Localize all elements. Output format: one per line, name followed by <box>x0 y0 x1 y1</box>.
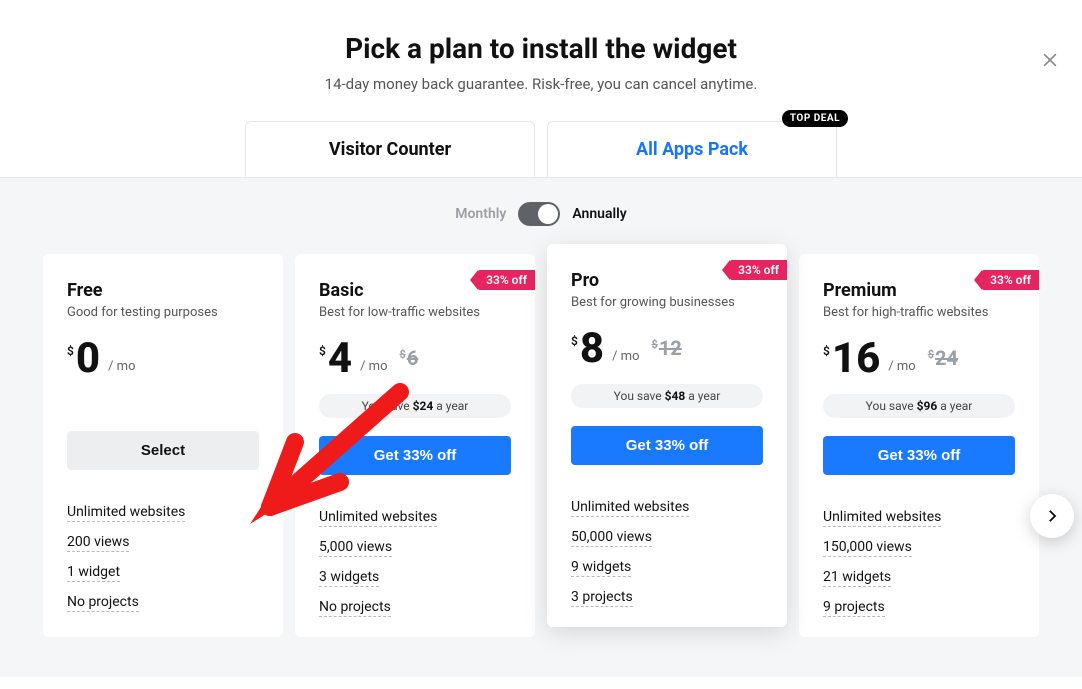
plan-desc: Good for testing purposes <box>67 305 259 320</box>
strike-price: $24 <box>928 346 958 370</box>
price: 8 <box>580 328 604 370</box>
feature-item: Unlimited websites <box>571 499 689 517</box>
feature-item: Unlimited websites <box>319 509 437 527</box>
feature-item: 50,000 views <box>571 529 652 547</box>
top-deal-badge: TOP DEAL <box>782 110 848 127</box>
price-row: $ 0 / mo <box>67 338 259 380</box>
page-subtitle: 14-day money back guarantee. Risk-free, … <box>0 75 1082 93</box>
plan-name: Free <box>67 280 259 301</box>
plan-pro: 33% off Pro Best for growing businesses … <box>547 244 787 627</box>
features: Unlimited websites 5,000 views 3 widgets… <box>319 509 511 617</box>
plans-row: Free Good for testing purposes $ 0 / mo … <box>0 254 1082 637</box>
select-button[interactable]: Select <box>67 431 259 470</box>
save-chip: You save $96 a year <box>823 394 1015 418</box>
feature-item: Unlimited websites <box>67 504 185 522</box>
get-offer-button[interactable]: Get 33% off <box>823 436 1015 475</box>
plan-free: Free Good for testing purposes $ 0 / mo … <box>43 254 283 637</box>
currency: $ <box>319 344 326 358</box>
price-row: $ 8 / mo $12 <box>571 328 763 370</box>
plan-basic: 33% off Basic Best for low-traffic websi… <box>295 254 535 637</box>
discount-ribbon: 33% off <box>730 260 787 280</box>
feature-item: 3 widgets <box>319 569 379 587</box>
chevron-right-icon <box>1043 507 1061 525</box>
feature-item: 5,000 views <box>319 539 392 557</box>
feature-item: 9 widgets <box>571 559 631 577</box>
close-button[interactable] <box>1040 50 1060 70</box>
plan-premium: 33% off Premium Best for high-traffic we… <box>799 254 1039 637</box>
per-period: / mo <box>612 349 639 364</box>
billing-toggle: Monthly Annually <box>0 202 1082 226</box>
feature-item: 9 projects <box>823 599 885 617</box>
get-offer-button[interactable]: Get 33% off <box>319 436 511 475</box>
next-button[interactable] <box>1030 494 1074 538</box>
feature-item: 1 widget <box>67 564 120 582</box>
tab-label: All Apps Pack <box>636 139 748 160</box>
price: 16 <box>832 338 880 380</box>
save-chip: You save $24 a year <box>319 394 511 418</box>
get-offer-button[interactable]: Get 33% off <box>571 426 763 465</box>
billing-monthly-label[interactable]: Monthly <box>455 206 506 222</box>
per-period: / mo <box>888 359 915 374</box>
feature-item: 200 views <box>67 534 129 552</box>
billing-switch[interactable] <box>518 202 560 226</box>
tab-label: Visitor Counter <box>329 139 451 160</box>
feature-item: 3 projects <box>571 589 633 607</box>
price-row: $ 4 / mo $6 <box>319 338 511 380</box>
currency: $ <box>823 344 830 358</box>
features: Unlimited websites 50,000 views 9 widget… <box>571 499 763 607</box>
price-row: $ 16 / mo $24 <box>823 338 1015 380</box>
discount-ribbon: 33% off <box>982 270 1039 290</box>
feature-item: No projects <box>319 599 391 617</box>
price: 0 <box>76 338 100 380</box>
billing-annually-label[interactable]: Annually <box>572 206 626 222</box>
feature-item: Unlimited websites <box>823 509 941 527</box>
feature-item: 21 widgets <box>823 569 891 587</box>
tab-visitor-counter[interactable]: Visitor Counter <box>245 121 535 177</box>
price: 4 <box>328 338 352 380</box>
plans-section: Monthly Annually Free Good for testing p… <box>0 178 1082 677</box>
save-chip: You save $48 a year <box>571 384 763 408</box>
plan-desc: Best for low-traffic websites <box>319 305 511 320</box>
currency: $ <box>67 344 74 358</box>
features: Unlimited websites 200 views 1 widget No… <box>67 504 259 612</box>
switch-knob <box>538 204 558 224</box>
strike-price: $6 <box>400 346 419 370</box>
feature-item: No projects <box>67 594 139 612</box>
plan-desc: Best for high-traffic websites <box>823 305 1015 320</box>
per-period: / mo <box>108 359 135 374</box>
discount-ribbon: 33% off <box>478 270 535 290</box>
features: Unlimited websites 150,000 views 21 widg… <box>823 509 1015 617</box>
feature-item: 150,000 views <box>823 539 912 557</box>
strike-price: $12 <box>652 336 682 360</box>
tab-all-apps-pack[interactable]: All Apps Pack TOP DEAL <box>547 121 837 177</box>
tabs: Visitor Counter All Apps Pack TOP DEAL <box>0 121 1082 178</box>
plan-desc: Best for growing businesses <box>571 295 763 310</box>
per-period: / mo <box>360 359 387 374</box>
currency: $ <box>571 334 578 348</box>
page-title: Pick a plan to install the widget <box>0 32 1082 65</box>
close-icon <box>1040 50 1060 70</box>
